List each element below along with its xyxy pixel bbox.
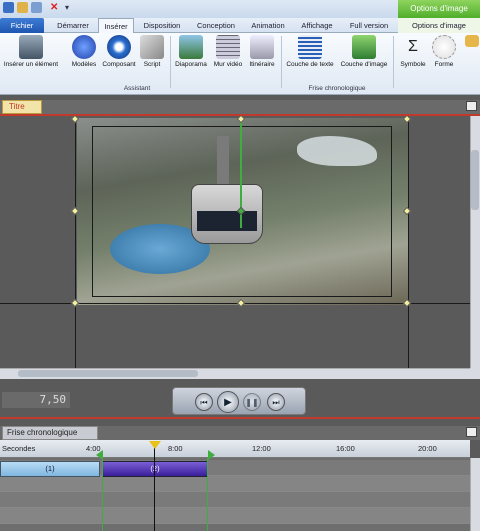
ribbon: Insérer un élément Modèles Composant Scr… [0, 33, 480, 95]
group-label-timeline: Frise chronologique [308, 85, 366, 92]
tab-file[interactable]: Fichier [0, 18, 44, 33]
transport-controls: ⏮ ▶ ❚❚ ⏭ [172, 387, 306, 415]
clip-start-marker[interactable] [96, 450, 103, 460]
insert-element-button[interactable]: Insérer un élément [1, 35, 61, 68]
guide-left [75, 116, 76, 368]
stage-horizontal-scroll-thumb[interactable] [18, 370, 198, 377]
resize-handle[interactable] [402, 298, 412, 308]
video-wall-button[interactable]: Mur vidéo [211, 35, 245, 68]
tab-layout[interactable]: Disposition [138, 18, 186, 33]
tab-view[interactable]: Affichage [294, 18, 340, 33]
shape-icon [432, 35, 456, 59]
insert-element-icon [19, 35, 43, 59]
tab-title[interactable]: Titre [2, 100, 42, 114]
timeline-clip-selected[interactable]: (2) [102, 461, 208, 477]
inner-frame-right [391, 126, 392, 296]
ruler-tick: 12:00 [252, 444, 271, 453]
stage-tabbar [0, 100, 480, 114]
text-layer-icon [298, 35, 322, 59]
timeline-vertical-scrollbar[interactable] [470, 458, 480, 531]
tab-full-version[interactable]: Full version [344, 18, 394, 33]
inner-frame-left [92, 126, 93, 296]
dropdown-icon[interactable]: ▾ [65, 2, 76, 13]
video-wall-icon [216, 35, 240, 59]
tab-design[interactable]: Conception [190, 18, 242, 33]
skip-forward-icon[interactable]: ⏭ [267, 393, 285, 411]
snow-patch [297, 136, 377, 166]
tab-start[interactable]: Démarrer [50, 18, 96, 33]
image-layer-icon [352, 35, 376, 59]
shape-button[interactable]: Forme [430, 35, 458, 68]
ribbon-tabs: Fichier Démarrer Insérer Disposition Con… [0, 18, 480, 34]
templates-button[interactable]: Modèles [68, 35, 100, 68]
timeline-maximize-icon[interactable] [466, 427, 477, 437]
clip-end-marker[interactable] [208, 450, 215, 460]
tab-image-options[interactable]: Options d'image [398, 18, 480, 33]
group-label-assistant: Assistant [123, 85, 151, 92]
panel-gap [0, 419, 480, 426]
open-icon[interactable] [17, 2, 28, 13]
stage-maximize-icon[interactable] [466, 101, 477, 111]
guide-right [408, 116, 409, 368]
timeline-ruler[interactable]: Secondes 4:00 8:00 12:00 16:00 20:00 [0, 440, 470, 458]
group-separator [393, 36, 394, 88]
pause-icon[interactable]: ❚❚ [243, 393, 261, 411]
script-button[interactable]: Script [138, 35, 166, 68]
stage-vertical-scroll-thumb[interactable] [471, 150, 479, 210]
timeline-clip[interactable]: (1) [0, 461, 100, 477]
image-layer-button[interactable]: Couche d'image [338, 35, 390, 68]
folder-button[interactable] [464, 35, 480, 49]
playhead[interactable] [149, 441, 161, 449]
group-separator [281, 36, 282, 88]
scroll-corner [470, 368, 480, 379]
symbol-button[interactable]: Σ Symbole [396, 35, 430, 68]
tab-animation[interactable]: Animation [246, 18, 290, 33]
cable-car-arm [217, 136, 229, 184]
inner-frame-top [92, 126, 392, 127]
group-separator [170, 36, 171, 88]
component-icon [107, 35, 131, 59]
ruler-tick: 16:00 [336, 444, 355, 453]
plane-icon [250, 35, 274, 59]
cable-car-window [197, 211, 257, 231]
slideshow-button[interactable]: Diaporama [173, 35, 209, 68]
clip-start-marker-line [102, 458, 103, 531]
star-icon [72, 35, 96, 59]
component-button[interactable]: Composant [100, 35, 138, 68]
stage-canvas[interactable] [0, 116, 470, 368]
route-button[interactable]: Itinéraire [246, 35, 278, 68]
slideshow-icon [179, 35, 203, 59]
playhead-line [154, 444, 155, 531]
tab-insert[interactable]: Insérer [98, 18, 134, 34]
save-icon[interactable] [3, 2, 14, 13]
tab-timeline[interactable]: Frise chronologique [2, 426, 98, 440]
track-row [0, 476, 470, 492]
undo-icon[interactable] [31, 2, 42, 13]
folder-icon [465, 35, 479, 47]
text-layer-button[interactable]: Couche de texte [284, 35, 336, 68]
delete-icon[interactable]: ✕ [50, 2, 61, 13]
sigma-icon: Σ [408, 38, 418, 55]
context-group-label: Options d'image [398, 0, 480, 18]
time-display: 7,50 [2, 392, 70, 408]
track-row [0, 492, 470, 508]
ruler-label: Secondes [2, 444, 36, 453]
clip-end-marker-line [207, 458, 208, 531]
skip-back-icon[interactable]: ⏮ [195, 393, 213, 411]
track-row [0, 508, 470, 524]
play-icon[interactable]: ▶ [217, 391, 239, 413]
inner-frame-bottom [92, 296, 392, 297]
script-icon [140, 35, 164, 59]
ruler-tick: 8:00 [168, 444, 183, 453]
ruler-tick: 20:00 [418, 444, 437, 453]
